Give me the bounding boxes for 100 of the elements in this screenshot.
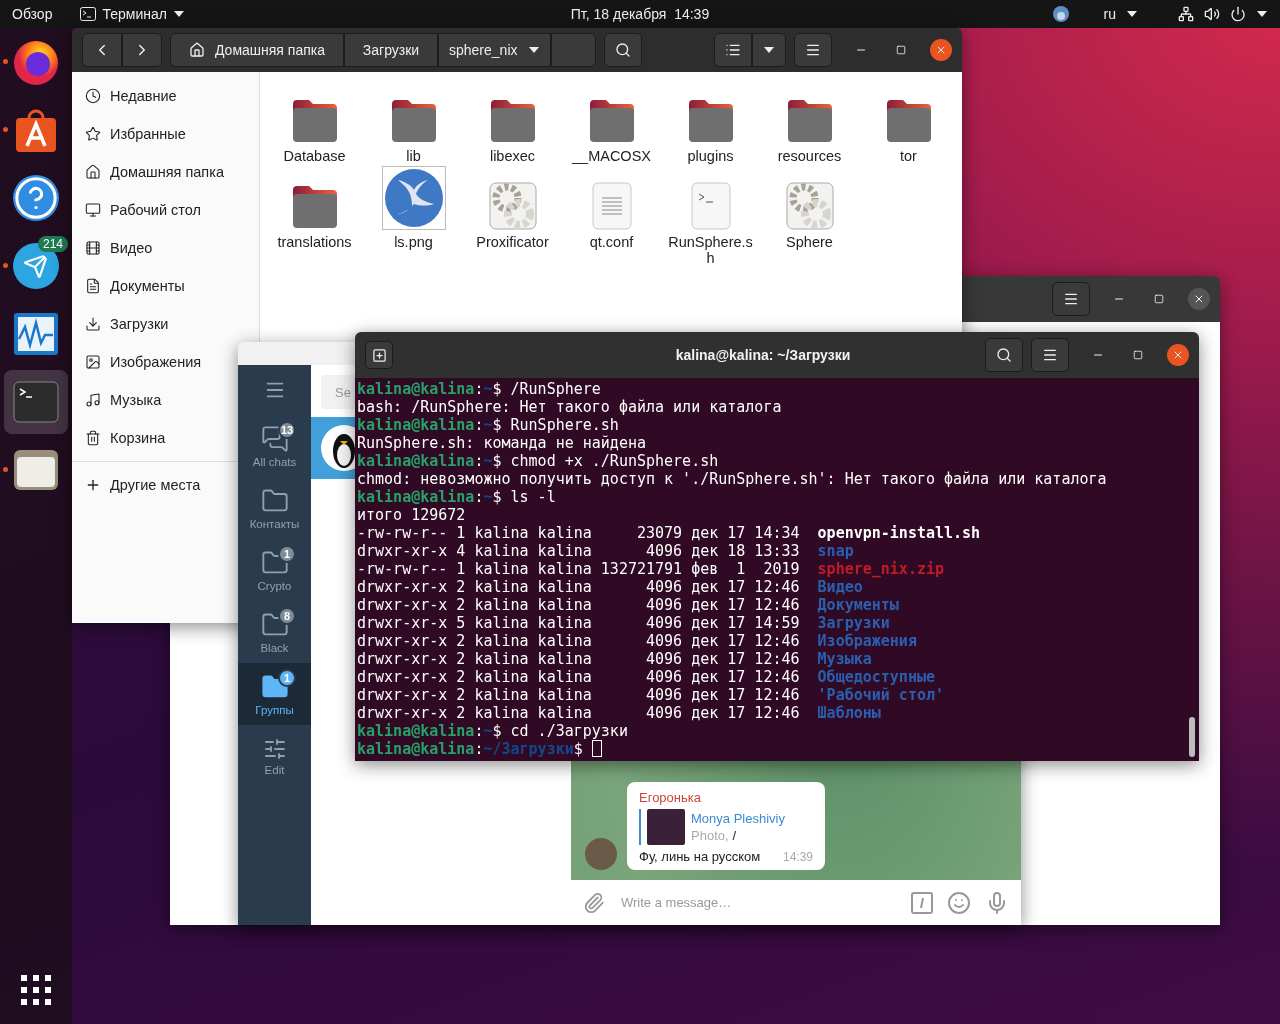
sidebar-item[interactable]: Другие места	[72, 466, 207, 504]
search-field[interactable]: Se	[321, 375, 355, 409]
menu-button[interactable]	[1052, 282, 1090, 316]
folder-label: All chats	[252, 455, 297, 468]
path-segment[interactable]: Домашняя папка	[170, 33, 344, 67]
system-monitor-icon[interactable]	[12, 311, 60, 357]
power-icon[interactable]	[1230, 6, 1246, 22]
file-name[interactable]: libexec	[489, 148, 536, 164]
terminal-prompt-line: kalina@kalina:~$ cd ./Загрузки	[357, 722, 629, 740]
sidebar-item[interactable]: Рабочий стол	[72, 191, 208, 229]
files-icon[interactable]	[13, 449, 59, 491]
menu-icon	[1063, 291, 1079, 307]
back-button[interactable]	[82, 33, 122, 67]
unread-badge: 1	[278, 545, 296, 563]
folder-tab[interactable]: Группы 1	[238, 663, 311, 725]
file-name[interactable]: __MACOSX	[572, 148, 651, 164]
path-segment[interactable]: Загрузки	[344, 33, 438, 67]
terminal-icon	[80, 7, 97, 21]
bot-command-icon[interactable]	[911, 891, 933, 914]
app-menu[interactable]: Терминал	[80, 6, 185, 22]
view-options-button[interactable]	[752, 33, 786, 67]
sidebar-item[interactable]: Загрузки	[72, 305, 175, 343]
file-name[interactable]: plugins	[687, 148, 734, 164]
sidebar-item[interactable]: Документы	[72, 267, 191, 305]
window-title: kalina@kalina: ~/Загрузки	[675, 347, 851, 363]
sidebar-item[interactable]: Изображения	[72, 343, 208, 381]
tray-app-icon[interactable]	[1051, 5, 1070, 23]
scrollbar-thumb[interactable]	[1189, 717, 1195, 757]
folder-tab[interactable]: Контакты	[238, 477, 311, 539]
help-icon[interactable]	[13, 175, 59, 221]
terminal-output-line: -rw-rw-r-- 1 kalina kalina 23079 дек 17 14:34 openvpn-install.sh	[357, 524, 982, 542]
reply-quote[interactable]: Monya Pleshiviy Photo, /	[639, 809, 813, 845]
folder-tab[interactable]: Crypto 1	[238, 539, 311, 601]
close-button[interactable]	[930, 39, 952, 61]
terminal-prompt-line: kalina@kalina:~$ chmod +x ./RunSphere.sh	[357, 452, 720, 470]
folder-tab[interactable]: Edit	[238, 725, 311, 787]
dock-item[interactable]: 214	[4, 234, 68, 298]
browser-icon[interactable]	[12, 38, 60, 86]
search-icon	[614, 42, 631, 58]
list-view-button[interactable]	[714, 33, 752, 67]
file-name[interactable]: Sphere	[786, 234, 833, 250]
folder-label: Black	[260, 641, 289, 654]
app-grid-icon[interactable]	[20, 974, 52, 1006]
forward-button[interactable]	[122, 33, 162, 67]
menu-icon	[805, 42, 821, 58]
folder-icon	[785, 98, 834, 144]
star-icon	[85, 126, 101, 142]
caret-icon[interactable]	[1256, 10, 1268, 18]
folder-tab[interactable]: All chats 13	[238, 415, 311, 477]
document-icon	[85, 278, 101, 294]
sidebar-item[interactable]: Домашняя папка	[72, 153, 230, 191]
sidebar-item[interactable]: Видео	[72, 229, 159, 267]
terminal-output-line: drwxr-xr-x 2 kalina kalina 4096 дек 17 12:46 Видео	[357, 578, 864, 596]
menu-button[interactable]	[1031, 338, 1069, 372]
file-name[interactable]: Proxificator	[476, 234, 549, 250]
close-button[interactable]	[1167, 344, 1189, 366]
search-button[interactable]	[985, 338, 1023, 372]
terminal-output-line: drwxr-xr-x 2 kalina kalina 4096 дек 17 12:46 'Рабочий стол'	[357, 686, 945, 704]
terminal-prompt-line: kalina@kalina:~/Загрузки$	[357, 740, 1179, 758]
file-name[interactable]: translations	[277, 234, 352, 250]
menu-button[interactable]	[794, 33, 832, 67]
terminal-prompt-line: kalina@kalina:~$ ls -l	[357, 488, 557, 506]
text-file-icon	[591, 182, 632, 230]
clock[interactable]: Пт, 18 декабря 14:39	[570, 6, 710, 22]
terminal-icon[interactable]	[13, 381, 59, 423]
folder-label: Группы	[255, 703, 294, 716]
new-tab-button[interactable]	[365, 341, 393, 369]
file-name[interactable]: resources	[777, 148, 842, 164]
chat-row[interactable]	[311, 417, 355, 479]
sidebar-item[interactable]: Музыка	[72, 381, 168, 419]
file-name[interactable]: qt.conf	[589, 234, 634, 250]
unread-badge: 214	[37, 236, 68, 252]
sidebar-item[interactable]: Корзина	[72, 419, 172, 457]
activities-button[interactable]: Обзор	[12, 6, 53, 22]
maximize-icon	[1133, 350, 1143, 360]
terminal-output-line: drwxr-xr-x 2 kalina kalina 4096 дек 17 12:46 Документы	[357, 596, 900, 614]
folder-label: Контакты	[249, 517, 300, 530]
caret-icon[interactable]	[1126, 10, 1138, 18]
terminal-output-line: итого 129672	[357, 506, 467, 524]
path-segment[interactable]: sphere_nix	[438, 33, 551, 67]
file-name[interactable]: RunSphere.sh	[664, 234, 757, 266]
terminal-output-line: drwxr-xr-x 2 kalina kalina 4096 дек 17 12:46 Музыка	[357, 650, 873, 668]
gear-icon	[785, 182, 834, 230]
file-name[interactable]: ls.png	[394, 234, 433, 250]
volume-icon[interactable]	[1204, 6, 1220, 22]
attach-icon[interactable]	[583, 891, 605, 914]
emoji-icon[interactable]	[947, 890, 971, 915]
close-button[interactable]	[1188, 288, 1210, 310]
network-icon[interactable]	[1178, 6, 1194, 22]
folder-tab[interactable]: Black 8	[238, 601, 311, 663]
sidebar-item[interactable]: Избранные	[72, 115, 192, 153]
music-icon	[85, 392, 101, 408]
file-name[interactable]: lib	[406, 148, 421, 164]
search-button[interactable]	[603, 33, 642, 67]
file-name[interactable]: Database	[283, 148, 346, 164]
file-name[interactable]: tor	[900, 148, 917, 164]
photo-placeholder	[647, 809, 685, 845]
keyboard-layout[interactable]: ru	[1103, 6, 1116, 22]
search-icon	[996, 347, 1012, 363]
sidebar-item[interactable]: Недавние	[72, 77, 183, 115]
